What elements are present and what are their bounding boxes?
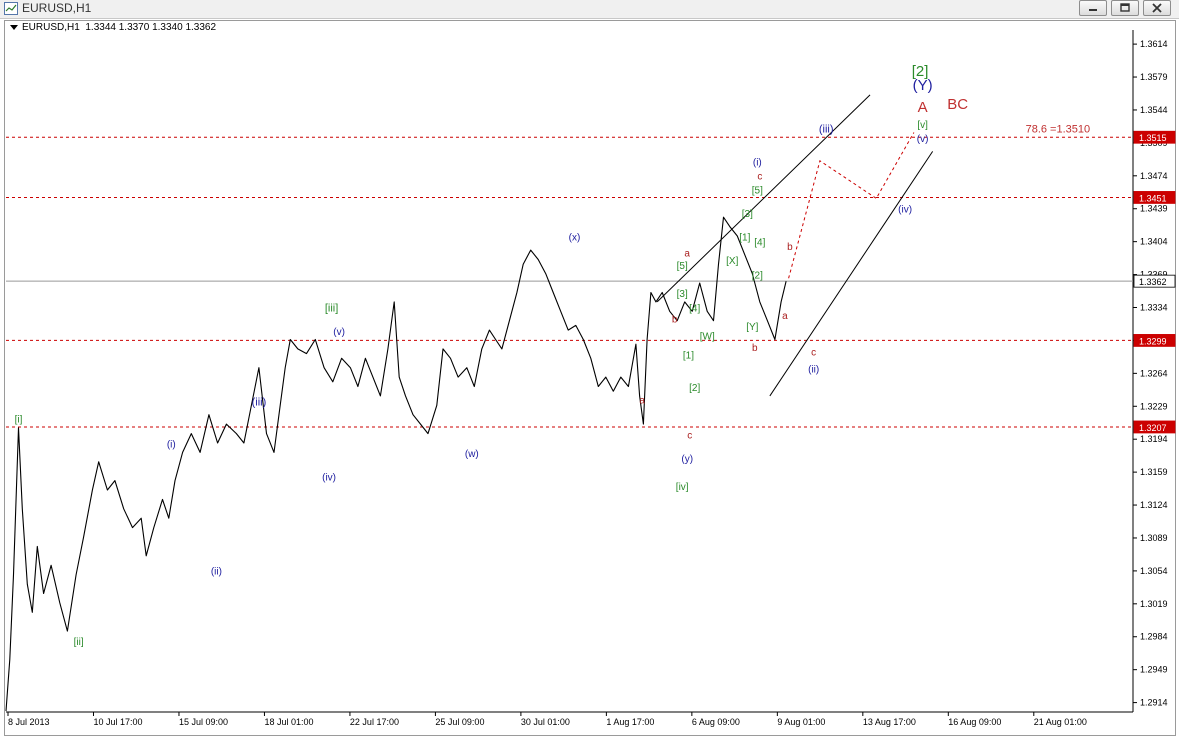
wave-label: [Y] bbox=[746, 322, 758, 333]
wave-label: b bbox=[672, 315, 678, 326]
wave-label: [3] bbox=[742, 209, 753, 220]
time-tick-label: 16 Aug 09:00 bbox=[948, 717, 1001, 727]
wave-label: A bbox=[918, 99, 928, 116]
wave-label: [ii] bbox=[74, 637, 84, 648]
wave-label: (x) bbox=[569, 233, 581, 244]
price-tick-label: 1.3264 bbox=[1140, 368, 1168, 378]
wave-label: [4] bbox=[754, 237, 765, 248]
wave-label: (Y) bbox=[913, 77, 933, 94]
time-tick-label: 30 Jul 01:00 bbox=[521, 717, 570, 727]
wave-label: b bbox=[752, 343, 758, 354]
wave-label: (iii) bbox=[819, 124, 834, 136]
wave-label: (ii) bbox=[211, 567, 222, 578]
price-tick-label: 1.3124 bbox=[1140, 500, 1168, 510]
price-tick-label: 1.3439 bbox=[1140, 204, 1168, 214]
wave-label: [X] bbox=[726, 256, 738, 267]
price-tick-label: 1.3194 bbox=[1140, 434, 1168, 444]
wave-label: c bbox=[757, 172, 762, 183]
wave-label: [5] bbox=[752, 186, 763, 197]
wave-label: a bbox=[782, 311, 788, 322]
wave-label: [4] bbox=[689, 303, 700, 314]
price-tick-label: 1.2914 bbox=[1140, 698, 1168, 708]
wave-label: (ii) bbox=[808, 364, 819, 375]
price-level-label: 1.3299 bbox=[1139, 336, 1167, 346]
wave-label: (iv) bbox=[898, 204, 912, 215]
wave-label: BC bbox=[947, 96, 968, 113]
wave-label: [2] bbox=[752, 270, 763, 281]
time-tick-label: 22 Jul 17:00 bbox=[350, 717, 399, 727]
wave-label: a bbox=[684, 249, 690, 260]
time-tick-label: 8 Jul 2013 bbox=[8, 717, 50, 727]
price-level-label: 1.3207 bbox=[1139, 423, 1167, 433]
price-tick-label: 1.3579 bbox=[1140, 72, 1168, 82]
time-tick-label: 25 Jul 09:00 bbox=[435, 717, 484, 727]
price-tick-label: 1.2984 bbox=[1140, 632, 1168, 642]
price-tick-label: 1.2949 bbox=[1140, 665, 1168, 675]
price-tick-label: 1.3229 bbox=[1140, 401, 1168, 411]
wave-label: [5] bbox=[677, 261, 688, 272]
wave-label: [iii] bbox=[325, 302, 338, 314]
price-level-label: 1.3451 bbox=[1139, 193, 1167, 203]
trend-channel-line[interactable] bbox=[656, 94, 871, 303]
time-tick-label: 15 Jul 09:00 bbox=[179, 717, 228, 727]
wave-label: [2] bbox=[689, 383, 700, 394]
wave-label: (i) bbox=[167, 440, 176, 451]
wave-label: (y) bbox=[681, 454, 693, 465]
wave-label: b bbox=[787, 242, 793, 253]
projection-path bbox=[788, 132, 915, 279]
price-tick-label: 1.3019 bbox=[1140, 599, 1168, 609]
time-tick-label: 10 Jul 17:00 bbox=[93, 717, 142, 727]
price-tick-label: 1.3089 bbox=[1140, 533, 1168, 543]
price-tick-label: 1.3159 bbox=[1140, 467, 1168, 477]
price-tick-label: 1.3614 bbox=[1140, 39, 1168, 49]
time-tick-label: 9 Aug 01:00 bbox=[777, 717, 825, 727]
time-tick-label: 1 Aug 17:00 bbox=[606, 717, 654, 727]
wave-label: (i) bbox=[753, 157, 762, 168]
time-tick-label: 18 Jul 01:00 bbox=[264, 717, 313, 727]
wave-label: (v) bbox=[917, 134, 929, 145]
wave-label: c bbox=[811, 347, 816, 358]
price-level-label: 1.3362 bbox=[1139, 277, 1167, 287]
price-tick-label: 1.3404 bbox=[1140, 237, 1168, 247]
wave-label: [v] bbox=[917, 120, 928, 131]
time-tick-label: 6 Aug 09:00 bbox=[692, 717, 740, 727]
price-tick-label: 1.3544 bbox=[1140, 105, 1168, 115]
wave-label: c bbox=[687, 430, 692, 441]
price-chart[interactable]: 1.36141.35791.35441.35091.34741.34391.34… bbox=[0, 0, 1179, 739]
price-tick-label: 1.3474 bbox=[1140, 171, 1168, 181]
wave-label: [1] bbox=[739, 233, 750, 244]
time-tick-label: 13 Aug 17:00 bbox=[863, 717, 916, 727]
price-level-label: 1.3515 bbox=[1139, 133, 1167, 143]
price-tick-label: 1.3054 bbox=[1140, 566, 1168, 576]
price-series-line bbox=[5, 216, 787, 712]
wave-label: a bbox=[639, 395, 645, 406]
wave-label: [1] bbox=[683, 350, 694, 361]
time-tick-label: 21 Aug 01:00 bbox=[1034, 717, 1087, 727]
wave-label: (v) bbox=[333, 327, 345, 338]
wave-label: 78.6 =1.3510 bbox=[1026, 124, 1091, 136]
trend-channel-line[interactable] bbox=[769, 151, 934, 397]
wave-label: (w) bbox=[465, 449, 479, 460]
wave-label: [3] bbox=[677, 289, 688, 300]
wave-label: (iv) bbox=[322, 473, 336, 484]
wave-label: (iii) bbox=[252, 396, 267, 408]
wave-label: [W] bbox=[700, 331, 715, 342]
wave-label: [iv] bbox=[676, 482, 689, 493]
price-tick-label: 1.3334 bbox=[1140, 303, 1168, 313]
wave-label: [i] bbox=[15, 414, 23, 425]
